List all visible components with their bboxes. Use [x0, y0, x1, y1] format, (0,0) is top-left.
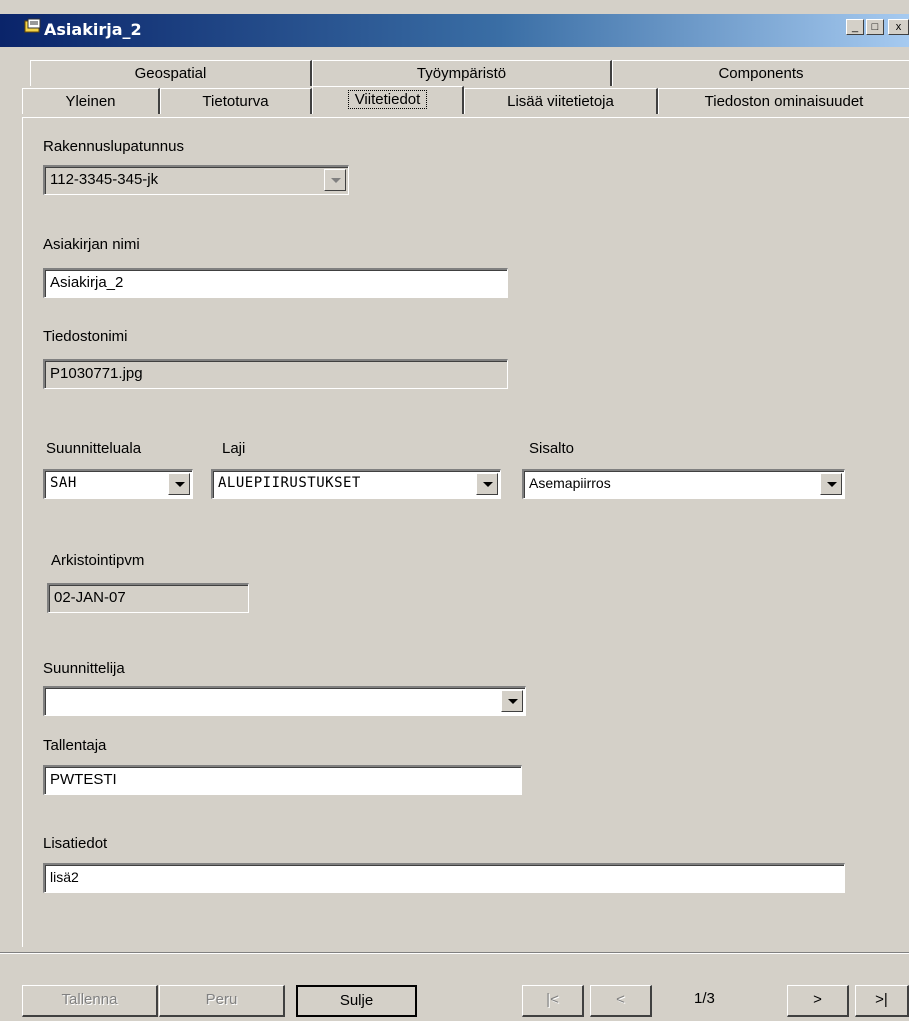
rakennuslupatunnus-label: Rakennuslupatunnus: [43, 138, 184, 155]
tiedostonimi-field: P1030771.jpg: [43, 359, 508, 389]
tab-tietoturva[interactable]: Tietoturva: [160, 88, 312, 114]
tallentaja-input[interactable]: PWTESTI: [43, 765, 522, 795]
save-button[interactable]: Tallenna: [22, 985, 158, 1017]
rakennuslupatunnus-value: 112-3345-345-jk: [50, 171, 159, 188]
tab-lisaa-viitetietoja[interactable]: Lisää viitetietoja: [464, 88, 658, 114]
asiakirjan-nimi-input[interactable]: Asiakirja_2: [43, 268, 508, 298]
minimize-button[interactable]: _: [846, 19, 864, 35]
window-title: Asiakirja_2: [44, 20, 142, 39]
tab-tiedoston-ominaisuudet[interactable]: Tiedoston ominaisuudet: [658, 88, 909, 114]
arkistointipvm-label: Arkistointipvm: [51, 552, 145, 569]
prev-page-button[interactable]: <: [590, 985, 652, 1017]
last-page-button[interactable]: >|: [855, 985, 909, 1017]
lisatiedot-input[interactable]: lisä2: [43, 863, 845, 893]
close-window-button[interactable]: x: [888, 19, 909, 35]
tallentaja-label: Tallentaja: [43, 737, 107, 754]
document-icon: [24, 18, 42, 34]
sisalto-select[interactable]: Asemapiirros: [522, 469, 845, 499]
tab-tyoymparisto[interactable]: Työympäristö: [312, 60, 612, 86]
close-button[interactable]: Sulje: [296, 985, 417, 1017]
next-page-button[interactable]: >: [787, 985, 849, 1017]
tab-viitetiedot[interactable]: Viitetiedot: [312, 86, 464, 114]
suunnitteluala-select[interactable]: SAH: [43, 469, 193, 499]
chevron-down-icon[interactable]: [168, 473, 190, 495]
lisatiedot-label: Lisatiedot: [43, 835, 108, 852]
tab-panel: [22, 117, 909, 947]
chevron-down-icon[interactable]: [476, 473, 498, 495]
chevron-down-icon[interactable]: [820, 473, 842, 495]
arkistointipvm-field: 02-JAN-07: [47, 583, 249, 613]
chevron-down-icon[interactable]: [501, 690, 523, 712]
suunnittelija-select[interactable]: [43, 686, 526, 716]
maximize-button[interactable]: □: [866, 19, 884, 35]
cancel-button[interactable]: Peru: [159, 985, 285, 1017]
asiakirjan-nimi-label: Asiakirjan nimi: [43, 236, 140, 253]
suunnitteluala-value: SAH: [50, 475, 77, 491]
tiedostonimi-label: Tiedostonimi: [43, 328, 128, 345]
suunnittelija-label: Suunnittelija: [43, 660, 125, 677]
laji-label: Laji: [222, 440, 246, 457]
laji-value: ALUEPIIRUSTUKSET: [218, 475, 361, 491]
rakennuslupatunnus-combo[interactable]: 112-3345-345-jk: [43, 165, 349, 195]
sisalto-label: Sisalto: [529, 440, 575, 457]
laji-select[interactable]: ALUEPIIRUSTUKSET: [211, 469, 501, 499]
tab-yleinen[interactable]: Yleinen: [22, 88, 160, 114]
page-indicator: 1/3: [694, 990, 715, 1007]
bottom-separator: [0, 952, 909, 954]
tab-components[interactable]: Components: [612, 60, 909, 86]
tab-geospatial[interactable]: Geospatial: [30, 60, 312, 86]
first-page-button[interactable]: |<: [522, 985, 584, 1017]
chevron-down-icon[interactable]: [324, 169, 346, 191]
suunnitteluala-label: Suunnitteluala: [46, 440, 142, 457]
sisalto-value: Asemapiirros: [529, 475, 611, 491]
